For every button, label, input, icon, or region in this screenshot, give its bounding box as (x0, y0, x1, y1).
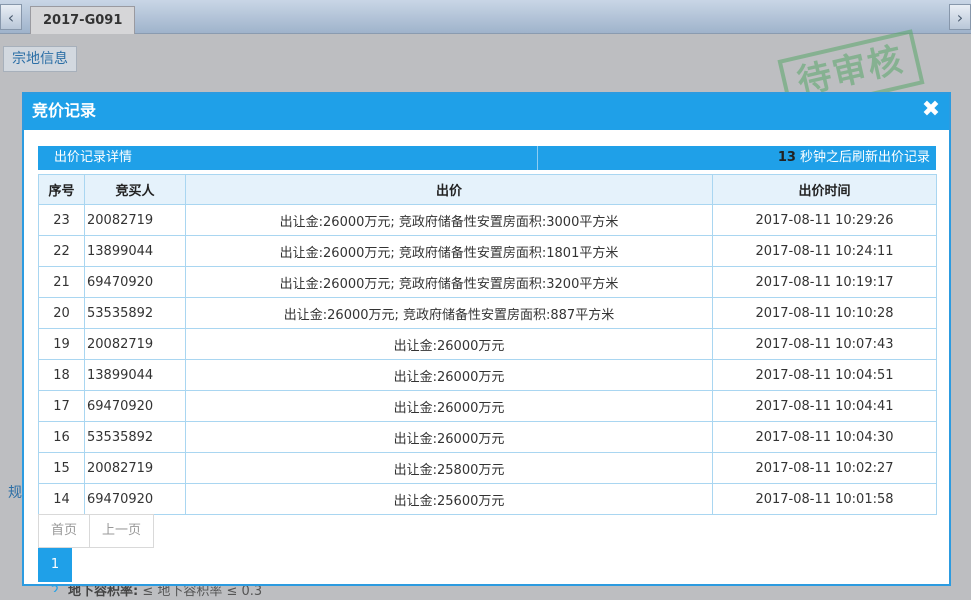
row-bidder: 13899044 (84, 235, 186, 267)
table-row: 18 13899044 出让金:26000万元 2017-08-11 10:04:51 (38, 359, 937, 391)
close-icon[interactable]: ✖ (919, 99, 943, 123)
row-no: 16 (38, 421, 85, 453)
column-header-time: 出价时间 (712, 174, 937, 205)
row-no: 23 (38, 204, 85, 236)
refresh-countdown: 13 秒钟之后刷新出价记录 (538, 146, 936, 170)
row-bid: 出让金:26000万元; 竞政府储备性安置房面积:1801平方米 (185, 235, 713, 267)
table-row: 19 20082719 出让金:26000万元 2017-08-11 10:07:43 (38, 328, 937, 360)
table-header-row: 序号 竞买人 出价 出价时间 (38, 174, 937, 205)
column-header-no: 序号 (38, 174, 85, 205)
row-time: 2017-08-11 10:29:26 (712, 204, 937, 236)
first-page-button[interactable]: 首页 (38, 514, 91, 548)
underground-far-label: 地下容积率: (68, 584, 139, 599)
parcel-info-button[interactable]: 宗地信息 (3, 46, 77, 72)
row-no: 20 (38, 297, 85, 329)
row-bid: 出让金:25800万元 (185, 452, 713, 484)
row-no: 21 (38, 266, 85, 298)
prev-page-button[interactable]: 上一页 (90, 514, 155, 548)
row-bidder: 20082719 (84, 452, 186, 484)
background-partial-label: 规 (8, 485, 22, 501)
row-no: 17 (38, 390, 85, 422)
row-bid: 出让金:26000万元 (185, 328, 713, 360)
row-bid: 出让金:26000万元; 竞政府储备性安置房面积:3200平方米 (185, 266, 713, 298)
bid-table: 序号 竞买人 出价 出价时间 23 20082719 出让金:26000万元; 竞政… (38, 174, 937, 515)
row-time: 2017-08-11 10:10:28 (712, 297, 937, 329)
detail-label: 出价记录详情 (38, 146, 538, 170)
refresh-seconds: 13 (777, 150, 796, 165)
row-bidder: 53535892 (84, 421, 186, 453)
row-bidder: 69470920 (84, 266, 186, 298)
row-time: 2017-08-11 10:19:17 (712, 266, 937, 298)
row-bid: 出让金:26000万元; 竞政府储备性安置房面积:3000平方米 (185, 204, 713, 236)
chevron-left-icon[interactable]: ‹ (0, 4, 22, 30)
row-no: 18 (38, 359, 85, 391)
chevron-right-icon[interactable]: › (949, 4, 971, 30)
row-time: 2017-08-11 10:02:27 (712, 452, 937, 484)
table-row: 23 20082719 出让金:26000万元; 竞政府储备性安置房面积:3000平… (38, 204, 937, 236)
underground-far-value: ≤ 地下容积率 ≤ 0.3 (142, 584, 263, 599)
table-row: 21 69470920 出让金:26000万元; 竞政府储备性安置房面积:3200平… (38, 266, 937, 298)
row-time: 2017-08-11 10:07:43 (712, 328, 937, 360)
row-no: 14 (38, 483, 85, 515)
table-row: 14 69470920 出让金:25600万元 2017-08-11 10:01:58 (38, 483, 937, 515)
row-bidder: 53535892 (84, 297, 186, 329)
row-bid: 出让金:26000万元 (185, 359, 713, 391)
row-no: 22 (38, 235, 85, 267)
row-bid: 出让金:26000万元; 竞政府储备性安置房面积:887平方米 (185, 297, 713, 329)
row-bidder: 20082719 (84, 204, 186, 236)
page-2-button[interactable]: 2 (38, 582, 72, 592)
bid-record-modal: 竞价记录 ✖ 出价记录详情 13 秒钟之后刷新出价记录 序号 竞买人 出价 出价时… (22, 92, 951, 592)
row-time: 2017-08-11 10:01:58 (712, 483, 937, 515)
table-row: 15 20082719 出让金:25800万元 2017-08-11 10:02:27 (38, 452, 937, 484)
row-bidder: 69470920 (84, 390, 186, 422)
modal-title: 竞价记录 (32, 101, 97, 120)
row-no: 15 (38, 452, 85, 484)
page-1-button[interactable]: 1 (38, 548, 72, 582)
tab-2017-g091[interactable]: 2017-G091 (30, 6, 136, 34)
row-time: 2017-08-11 10:04:41 (712, 390, 937, 422)
table-row: 22 13899044 出让金:26000万元; 竞政府储备性安置房面积:1801平… (38, 235, 937, 267)
tab-strip: ‹ 2017-G091 › (0, 0, 971, 34)
row-bidder: 20082719 (84, 328, 186, 360)
table-row: 20 53535892 出让金:26000万元; 竞政府储备性安置房面积:887平方… (38, 297, 937, 329)
row-bidder: 69470920 (84, 483, 186, 515)
refresh-text: 秒钟之后刷新出价记录 (799, 150, 930, 165)
row-bid: 出让金:25600万元 (185, 483, 713, 515)
pager: 首页 上一页 (38, 514, 155, 548)
row-time: 2017-08-11 10:04:51 (712, 359, 937, 391)
column-header-bidder: 竞买人 (84, 174, 186, 205)
column-header-bid: 出价 (185, 174, 713, 205)
row-bidder: 13899044 (84, 359, 186, 391)
modal-header: 竞价记录 ✖ (24, 94, 949, 130)
row-time: 2017-08-11 10:04:30 (712, 421, 937, 453)
row-bid: 出让金:26000万元 (185, 390, 713, 422)
detail-bar: 出价记录详情 13 秒钟之后刷新出价记录 (38, 146, 936, 170)
table-row: 17 69470920 出让金:26000万元 2017-08-11 10:04:41 (38, 390, 937, 422)
row-no: 19 (38, 328, 85, 360)
row-time: 2017-08-11 10:24:11 (712, 235, 937, 267)
row-bid: 出让金:26000万元 (185, 421, 713, 453)
table-row: 16 53535892 出让金:26000万元 2017-08-11 10:04:30 (38, 421, 937, 453)
